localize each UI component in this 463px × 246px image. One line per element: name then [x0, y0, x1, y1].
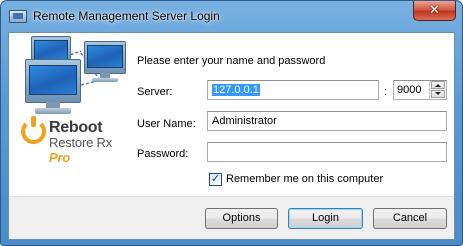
port-value: 9000 — [397, 84, 422, 96]
password-label: Password: — [137, 148, 189, 160]
dialog-body: Reboot Restore Rx Pro Please enter your … — [8, 32, 455, 240]
spin-up-button[interactable] — [431, 81, 445, 89]
server-label: Server: — [137, 86, 173, 98]
login-prompt: Please enter your name and password — [137, 55, 326, 67]
arrow-down-icon — [435, 92, 441, 95]
port-separator: : — [384, 86, 388, 98]
title-bar[interactable]: Remote Management Server Login ✕ — [1, 1, 462, 32]
close-icon: ✕ — [429, 2, 440, 17]
options-button[interactable]: Options — [205, 208, 278, 229]
app-window-icon — [9, 10, 27, 23]
close-button[interactable]: ✕ — [413, 1, 456, 21]
login-button-label: Login — [312, 212, 339, 224]
username-label: User Name: — [137, 118, 196, 130]
server-value: 127.0.0.1 — [212, 84, 260, 96]
username-input[interactable]: Administrator — [207, 111, 447, 131]
checkmark-icon: ✓ — [210, 173, 221, 185]
product-logo: Reboot Restore Rx Pro — [9, 33, 134, 196]
remember-me-checkbox[interactable]: ✓ — [209, 173, 222, 186]
cancel-button[interactable]: Cancel — [373, 208, 447, 229]
button-bar: Options Login Cancel — [9, 196, 454, 239]
username-value: Administrator — [212, 115, 277, 127]
window-title: Remote Management Server Login — [33, 9, 220, 23]
brand-product-name: Restore Rx Pro — [49, 135, 113, 165]
brand-edition: Pro — [49, 150, 71, 165]
monitor-front-icon — [25, 59, 81, 115]
reboot-power-icon — [21, 116, 46, 144]
options-button-label: Options — [222, 212, 261, 224]
password-input[interactable] — [207, 142, 447, 162]
arrow-up-icon — [435, 84, 441, 87]
login-button[interactable]: Login — [288, 208, 363, 229]
remember-me-label[interactable]: Remember me on this computer — [226, 173, 383, 185]
server-input[interactable]: 127.0.0.1 — [207, 80, 379, 100]
port-spinner — [429, 81, 446, 99]
cancel-button-label: Cancel — [392, 212, 428, 224]
monitor-back-right-icon — [84, 41, 126, 83]
spin-down-button[interactable] — [431, 90, 445, 98]
login-dialog-window: Remote Management Server Login ✕ Reboot … — [0, 0, 463, 246]
